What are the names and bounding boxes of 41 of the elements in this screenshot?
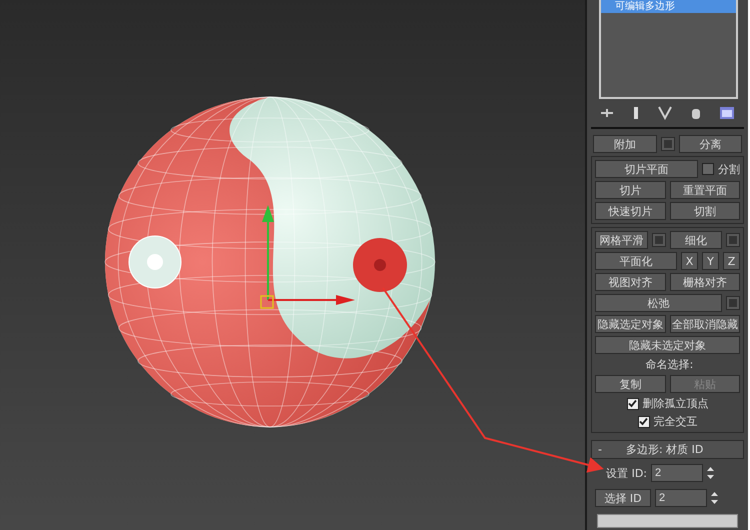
section-label: 命名选择: (644, 357, 694, 372)
panel-button[interactable]: 切割 (670, 202, 740, 220)
panel-button[interactable]: 隐藏选定对象 (595, 315, 666, 333)
axis-button[interactable]: Z (723, 252, 740, 270)
panel-button[interactable]: 切片平面 (595, 160, 698, 178)
select-id-field[interactable]: 2 (655, 489, 707, 507)
spinner-arrows-icon[interactable] (711, 491, 718, 505)
panel-button[interactable]: 栅格对齐 (670, 273, 740, 291)
panel-button[interactable]: 松弛 (595, 294, 722, 312)
panel-button[interactable]: 切片 (595, 181, 666, 199)
axis-button[interactable]: X (681, 252, 698, 270)
panel-button[interactable]: 全部取消隐藏 (670, 315, 740, 333)
axis-button[interactable]: Y (702, 252, 719, 270)
configure-icon[interactable] (718, 106, 735, 120)
checkbox[interactable] (702, 163, 714, 175)
panel-button[interactable]: 快速切片 (595, 202, 666, 220)
panel-button[interactable]: 细化 (670, 231, 722, 249)
dropdown-field[interactable] (597, 514, 738, 528)
set-id-field[interactable]: 2 (651, 464, 703, 482)
panel-button[interactable]: 复制 (595, 375, 666, 393)
select-id-button[interactable]: 选择 ID (595, 489, 651, 507)
panel-button[interactable]: 附加 (593, 135, 656, 153)
fork-icon[interactable] (658, 106, 672, 120)
checkbox-label: 分割 (718, 162, 740, 176)
set-id-label: 设置 ID: (605, 466, 647, 480)
checkbox-label: 完全交互 (654, 414, 698, 429)
rollout-header[interactable]: - 多边形: 材质 ID (591, 440, 744, 459)
panel-button[interactable]: 网格平滑 (595, 231, 648, 249)
panel-button[interactable]: 分离 (678, 135, 742, 153)
panel-button[interactable]: 视图对齐 (595, 273, 666, 291)
panel-button[interactable]: 重置平面 (670, 181, 740, 199)
panel-button[interactable]: 平面化 (595, 252, 677, 270)
modifier-stack-item[interactable]: 可编辑多边形 (601, 0, 736, 13)
spinner-arrows-icon[interactable] (707, 466, 714, 480)
checkbox[interactable] (626, 398, 638, 410)
checkbox[interactable] (638, 416, 650, 428)
collapse-toggle[interactable]: - (598, 443, 602, 456)
rollout-title: 多边形: 材质 ID (626, 442, 704, 457)
checkbox-label: 删除孤立顶点 (642, 396, 708, 411)
panel-button[interactable]: 隐藏未选定对象 (595, 336, 740, 354)
transform-gizmo-icon (260, 205, 355, 309)
